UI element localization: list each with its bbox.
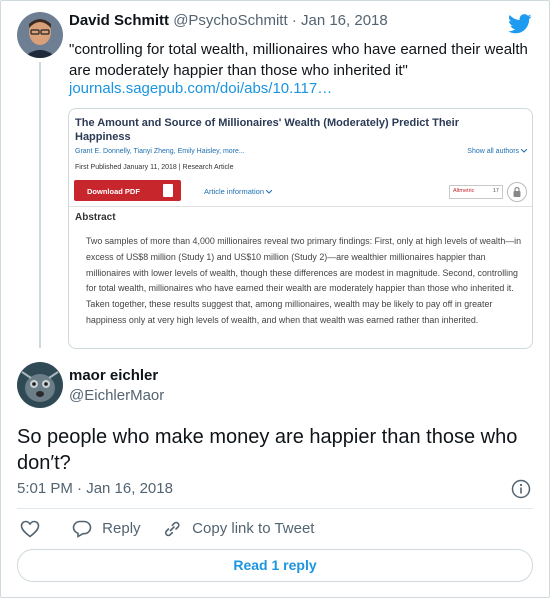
download-pdf-button[interactable]: Download PDF <box>74 180 181 201</box>
access-lock-icon[interactable] <box>507 182 527 202</box>
article-information-label: Article information <box>204 187 265 196</box>
altmetric-label: Altmetric <box>453 188 475 194</box>
chevron-down-icon <box>520 148 528 153</box>
pdf-icon <box>163 184 173 197</box>
tweet-link[interactable]: journals.sagepub.com/doi/abs/10.117… <box>69 80 332 97</box>
article-screenshot-card[interactable]: The Amount and Source of Millionaires' W… <box>68 108 533 349</box>
show-all-authors-link[interactable]: Show all authors <box>467 148 528 155</box>
copy-link-button[interactable]: Copy link to Tweet <box>162 520 314 538</box>
article-authors[interactable]: Grant E. Donnelly, Tianyi Zheng, Emily H… <box>75 148 245 155</box>
link-icon <box>164 521 180 537</box>
reply-bubble-icon <box>72 520 92 538</box>
reply-button-label: Reply <box>102 520 141 537</box>
article-meta: First Published January 11, 2018 | Resea… <box>75 164 234 171</box>
altmetric-badge[interactable]: Altmetric 17 <box>449 185 503 199</box>
twitter-bird-icon[interactable] <box>508 14 532 39</box>
tweet-date[interactable]: Jan 16, 2018 <box>301 12 388 29</box>
article-title[interactable]: The Amount and Source of Millionaires' W… <box>75 116 515 144</box>
download-pdf-label: Download PDF <box>87 187 140 196</box>
tweet-header: David Schmitt @PsychoSchmitt · Jan 16, 2… <box>69 12 388 29</box>
copy-link-label: Copy link to Tweet <box>192 520 315 537</box>
reply-timestamp[interactable]: 5:01 PM · Jan 16, 2018 <box>17 480 173 497</box>
thread-connector-line <box>39 62 41 348</box>
info-icon[interactable] <box>511 479 531 504</box>
reply-author-name[interactable]: maor eichler <box>69 367 158 384</box>
avatar-david-schmitt[interactable] <box>17 12 63 58</box>
altmetric-score: 17 <box>492 188 499 194</box>
card-divider <box>69 206 532 207</box>
abstract-text: Two samples of more than 4,000 millionai… <box>86 236 522 325</box>
actions-divider <box>17 508 533 509</box>
heart-icon <box>20 520 40 538</box>
reply-header: maor eichler @EichlerMaor <box>69 367 164 404</box>
like-button[interactable] <box>20 520 40 538</box>
chevron-down-icon <box>265 189 273 194</box>
reply-text: So people who make money are happier tha… <box>17 426 518 474</box>
tweet-author-handle[interactable]: @PsychoSchmitt <box>173 12 287 29</box>
reply-author-handle[interactable]: @EichlerMaor <box>69 387 164 404</box>
abstract-heading: Abstract <box>75 212 116 223</box>
reply-button[interactable]: Reply <box>72 520 141 538</box>
tweet-author-name[interactable]: David Schmitt <box>69 12 169 29</box>
read-replies-button[interactable]: Read 1 reply <box>17 549 533 582</box>
tweet-text: "controlling for total wealth, millionai… <box>69 41 528 79</box>
tweet-separator: · <box>291 12 297 29</box>
avatar-maor-eichler[interactable] <box>17 362 63 408</box>
show-all-authors-label: Show all authors <box>467 148 520 155</box>
read-replies-label: Read 1 reply <box>233 557 317 573</box>
article-information-link[interactable]: Article information <box>204 187 273 196</box>
